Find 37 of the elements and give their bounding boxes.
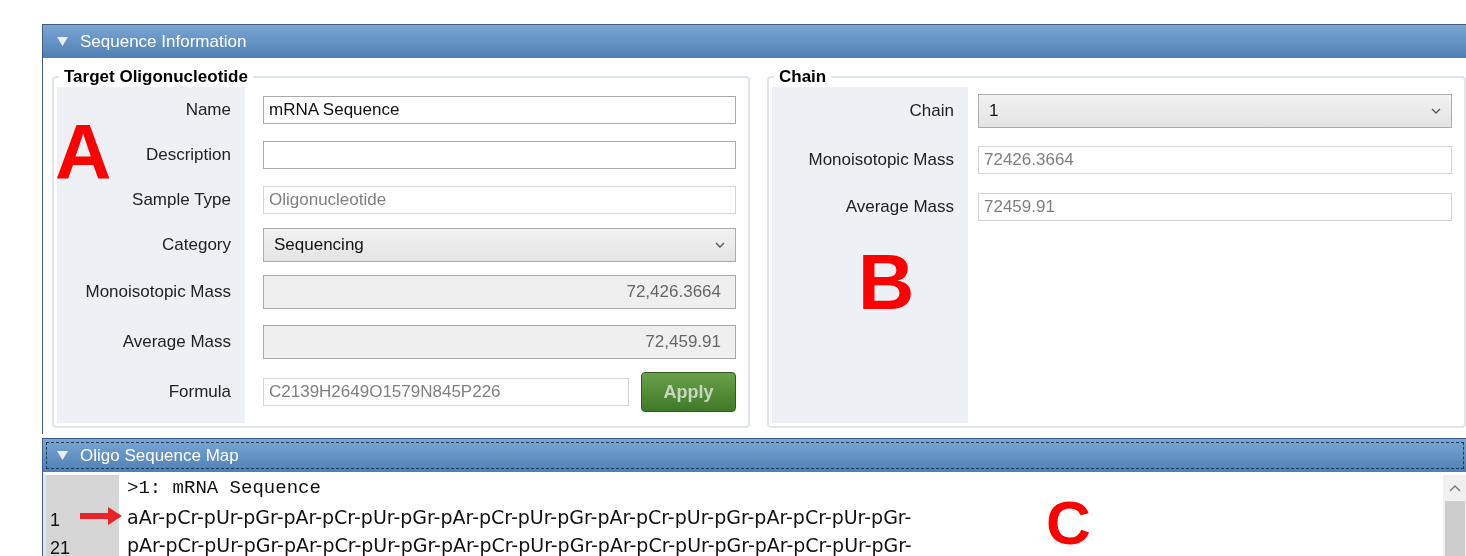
text-field[interactable]: mRNA Sequence xyxy=(263,95,736,124)
collapse-icon[interactable] xyxy=(57,451,68,460)
annotation-letter: B xyxy=(858,243,915,321)
line-number: 21 xyxy=(50,538,71,556)
sequence-header: >1: mRNA Sequence xyxy=(127,477,321,499)
field-label: Category xyxy=(162,234,231,255)
text-field[interactable]: 72,459.91 xyxy=(263,325,736,359)
field-label: Sample Type xyxy=(132,189,231,210)
collapse-icon[interactable] xyxy=(57,37,68,46)
chevron-down-icon xyxy=(715,241,725,248)
line-number: 1 xyxy=(50,509,60,530)
field-label: Description xyxy=(145,144,231,165)
field-label: Monoisotopic Mass xyxy=(808,150,954,170)
group-title: Target Oligonucleotide xyxy=(63,67,249,87)
section-title: Oligo Sequence Map xyxy=(80,445,239,466)
sequence-line: pAr-pCr-pUr-pGr-pAr-pCr-pUr-pGr-pAr-pCr-pUr-pGr-pAr-pCr-pUr-pGr-pAr-pCr-pUr-pGr- xyxy=(127,534,912,556)
field-label: Average Mass xyxy=(122,332,231,352)
field-label: Chain xyxy=(909,101,954,121)
dropdown[interactable]: 1 xyxy=(978,94,1452,128)
field-label: Name xyxy=(185,99,231,120)
field-label: Formula xyxy=(168,382,231,402)
section-title: Sequence Information xyxy=(80,31,247,52)
section-header[interactable]: Sequence Information xyxy=(43,25,1466,58)
section-header[interactable]: Oligo Sequence Map xyxy=(43,439,1466,472)
scrollbar[interactable] xyxy=(1443,475,1466,556)
text-field[interactable]: 72,426.3664 xyxy=(263,275,736,309)
annotation-letter: A xyxy=(55,113,112,191)
arrow-icon xyxy=(80,506,122,526)
group-title: Chain xyxy=(778,67,828,87)
field-label: Average Mass xyxy=(845,197,954,217)
text-field[interactable] xyxy=(263,140,736,169)
annotation-letter: C xyxy=(1046,495,1091,551)
chevron-down-icon xyxy=(1431,108,1441,114)
scroll-up-icon[interactable] xyxy=(1449,484,1461,492)
sequence-line: aAr-pCr-pUr-pGr-pAr-pCr-pUr-pGr-pAr-pCr-pUr-pGr-pAr-pCr-pUr-pGr-pAr-pCr-pUr-pGr- xyxy=(127,505,912,528)
field-label: Monoisotopic Mass xyxy=(85,282,231,302)
dropdown[interactable]: Sequencing xyxy=(263,227,736,262)
